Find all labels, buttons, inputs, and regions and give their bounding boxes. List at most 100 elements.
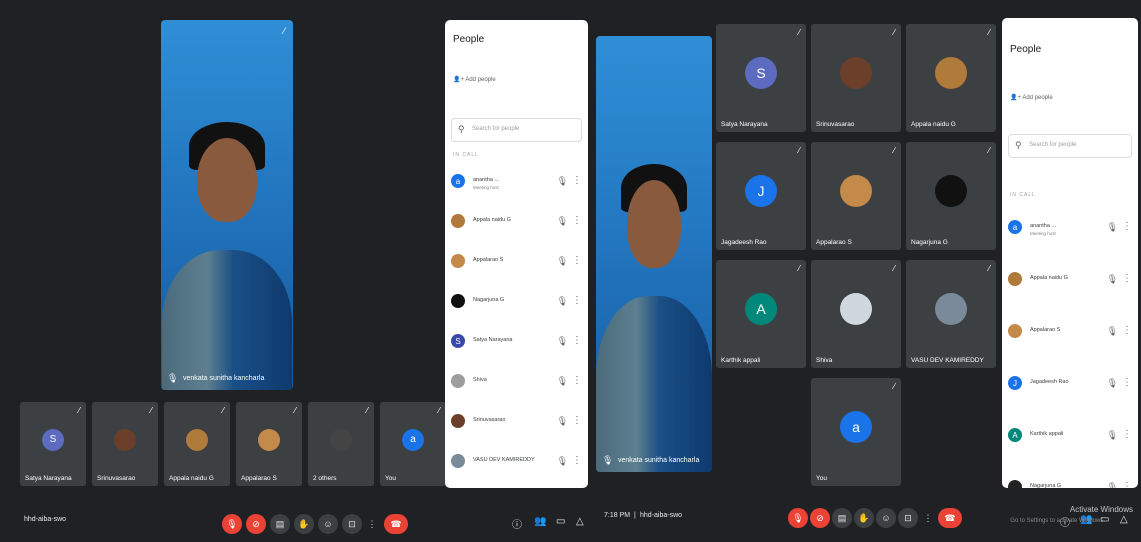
info-icon[interactable]: ⓘ (512, 516, 522, 531)
more-vert-icon[interactable]: ⋮ (1122, 481, 1132, 488)
search-input[interactable]: ⚲ Search for people (1008, 134, 1132, 158)
add-people-button[interactable]: 👤+ Add people (453, 76, 496, 83)
mic-toggle-button[interactable]: 🎙 (788, 508, 808, 528)
chat-icon[interactable]: ▭ (556, 516, 565, 527)
speaker-name: venkata sunitha kancharla (618, 457, 700, 464)
more-vert-icon[interactable]: ⋮ (1122, 273, 1132, 284)
people-list-item[interactable]: S Satya Narayana 🎙 ⋮ (451, 330, 584, 356)
mic-off-icon: 🎙 (556, 416, 568, 426)
more-vert-icon[interactable]: ⋮ (572, 215, 582, 226)
people-list-item[interactable]: J Jagadeesh Rao 🎙 ⋮ (1008, 372, 1134, 398)
participant-tile[interactable]: Appala naidu G ⁄ (906, 24, 996, 132)
people-list-item[interactable]: Srinuvasarao 🎙 ⋮ (451, 410, 584, 436)
more-options-button[interactable]: ⋮ (918, 508, 938, 528)
camera-toggle-button[interactable]: ⊘ (810, 508, 830, 528)
captions-button[interactable]: ▤ (270, 514, 290, 534)
present-button[interactable]: ⊡ (898, 508, 918, 528)
camera-toggle-button[interactable]: ⊘ (246, 514, 266, 534)
people-list-item[interactable]: a anantha ... Meeting host 🎙 ⋮ (1008, 216, 1134, 242)
search-input[interactable]: ⚲ Search for people (451, 118, 582, 142)
search-icon: ⚲ (1015, 140, 1022, 150)
mic-toggle-button[interactable]: 🎙 (222, 514, 242, 534)
hand-icon: ✋ (298, 518, 310, 529)
participant-tile[interactable]: Srinuvasarao ⁄ (811, 24, 901, 132)
more-vert-icon[interactable]: ⋮ (1122, 377, 1132, 388)
activities-icon[interactable]: △ (1120, 514, 1128, 525)
add-people-button[interactable]: 👤+ Add people (1010, 94, 1053, 101)
participant-photo (330, 428, 352, 451)
participant-tile[interactable]: Srinuvasarao ⁄ (92, 402, 158, 486)
participant-tile[interactable]: J Jagadeesh Rao ⁄ (716, 142, 806, 250)
participant-tile[interactable]: VASU DEV KAMIREDDY ⁄ (906, 260, 996, 368)
people-list-item[interactable]: VASU DEV KAMIREDDY 🎙 ⋮ (451, 450, 584, 476)
person-avatar (451, 294, 465, 308)
speaker-video: 🎙 venkata sunitha kancharla ⁄ (161, 20, 293, 390)
hang-up-icon: ☎ (390, 518, 402, 529)
people-list-item[interactable]: Appala naidu G 🎙 ⋮ (1008, 268, 1134, 294)
mic-off-icon: 🎙 (1106, 222, 1118, 232)
people-list-item[interactable]: Shiva 🎙 ⋮ (451, 370, 584, 396)
participant-photo (840, 56, 872, 89)
leave-call-button[interactable]: ☎ (938, 508, 962, 528)
more-vert-icon[interactable]: ⋮ (572, 295, 582, 306)
participant-tile[interactable]: Appalarao S ⁄ (811, 142, 901, 250)
mic-off-icon: ⁄ (294, 406, 296, 415)
raise-hand-button[interactable]: ✋ (854, 508, 874, 528)
participant-photo (186, 428, 208, 451)
participant-tile[interactable]: Nagarjuna G ⁄ (906, 142, 996, 250)
meet-control-bar: 7:18 PM | hhd-aiba-swo 🎙 ⊘ ▤ ✋ ☺ ⊡ ⋮ ☎ ⓘ… (592, 492, 1141, 542)
participant-photo (935, 174, 967, 207)
meeting-code: hhd-aiba-swo (640, 512, 683, 519)
people-list-item[interactable]: a anantha ... Meeting host 🎙 ⋮ (451, 170, 584, 196)
mic-off-icon: 🎙 (556, 256, 568, 266)
more-vert-icon[interactable]: ⋮ (572, 255, 582, 266)
people-list-item[interactable]: Appalarao S 🎙 ⋮ (1008, 320, 1134, 346)
mic-off-icon: ⁄ (283, 26, 285, 36)
more-vert-icon[interactable]: ⋮ (1122, 221, 1132, 232)
activate-windows-subtext: Go to Settings to activate Windows. (1010, 518, 1105, 524)
participant-tile[interactable]: A Karthik appali ⁄ (716, 260, 806, 368)
people-list-item[interactable]: A Karthik appali 🎙 ⋮ (1008, 424, 1134, 450)
more-vert-icon[interactable]: ⋮ (1122, 325, 1132, 336)
participant-tile[interactable]: a You ⁄ (380, 402, 446, 486)
people-list-item[interactable]: Nagarjuna G 🎙 ⋮ (451, 290, 584, 316)
emoji-button[interactable]: ☺ (318, 514, 338, 534)
people-list-item[interactable]: Appalarao S 🎙 ⋮ (451, 250, 584, 276)
participant-tile[interactable]: S Satya Narayana ⁄ (716, 24, 806, 132)
people-icon[interactable]: 👥 (534, 516, 546, 527)
participant-tile[interactable]: S Satya Narayana ⁄ (20, 402, 86, 486)
participant-tile[interactable]: Appalarao S ⁄ (236, 402, 302, 486)
leave-call-button[interactable]: ☎ (384, 514, 408, 534)
person-name: Nagarjuna G (1030, 483, 1062, 488)
participant-photo (114, 428, 136, 451)
left-meet-screenshot: 🎙 venkata sunitha kancharla ⁄ S Satya Nar… (0, 0, 592, 542)
present-button[interactable]: ⊡ (342, 514, 362, 534)
person-name: Satya Narayana (473, 337, 513, 343)
raise-hand-button[interactable]: ✋ (294, 514, 314, 534)
activities-icon[interactable]: △ (576, 516, 584, 527)
camera-off-icon: ⊘ (816, 512, 824, 523)
people-list-item[interactable]: Appala naidu G 🎙 ⋮ (451, 210, 584, 236)
participant-name: Satya Narayana (25, 475, 72, 482)
mic-off-icon: 🎙 (556, 376, 568, 386)
more-vert-icon[interactable]: ⋮ (572, 335, 582, 346)
captions-button[interactable]: ▤ (832, 508, 852, 528)
more-vert-icon[interactable]: ⋮ (1122, 429, 1132, 440)
more-vert-icon[interactable]: ⋮ (572, 375, 582, 386)
person-avatar (1008, 272, 1022, 286)
participant-tile[interactable]: Appala naidu G ⁄ (164, 402, 230, 486)
more-vert-icon[interactable]: ⋮ (572, 455, 582, 466)
participant-photo (840, 292, 872, 325)
participant-tile[interactable]: Shiva ⁄ (811, 260, 901, 368)
speaker-figure (596, 296, 712, 472)
participant-photo (258, 428, 280, 451)
more-vert-icon[interactable]: ⋮ (572, 415, 582, 426)
more-options-button[interactable]: ⋮ (362, 514, 382, 534)
people-list-item[interactable]: Nagarjuna G 🎙 ⋮ (1008, 476, 1134, 488)
mic-off-icon: 🎙 (1106, 378, 1118, 388)
mic-off-icon: ⁄ (893, 264, 895, 273)
emoji-button[interactable]: ☺ (876, 508, 896, 528)
participant-tile[interactable]: a You ⁄ (811, 378, 901, 486)
participant-tile[interactable]: 2 others ⁄ (308, 402, 374, 486)
more-vert-icon[interactable]: ⋮ (572, 175, 582, 186)
